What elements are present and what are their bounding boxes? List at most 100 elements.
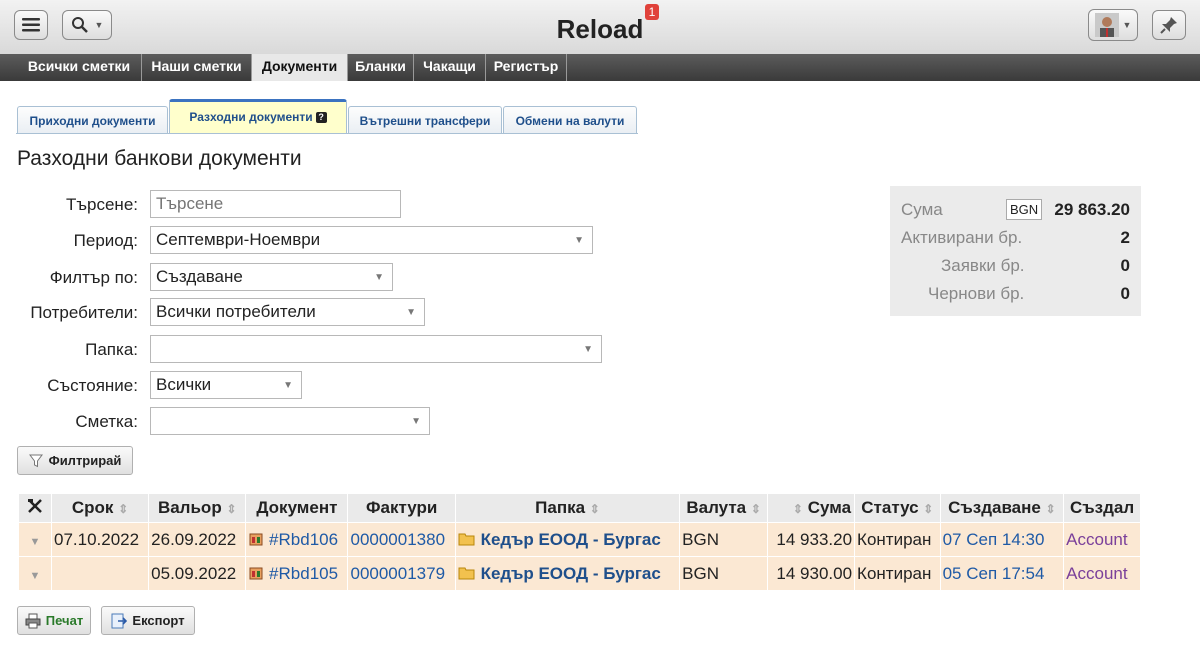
- invoice-link[interactable]: 0000001379: [350, 564, 445, 583]
- summary-activated-row: Активирани бр. 2: [890, 228, 1141, 250]
- folder-select[interactable]: ▼: [150, 335, 602, 363]
- nav-tab-all-accounts[interactable]: Всички сметки: [17, 54, 142, 81]
- currency-tag: BGN: [1006, 199, 1043, 220]
- sort-icon: ⇕: [226, 502, 237, 516]
- cell-value-date: 26.09.2022: [148, 522, 247, 557]
- cell-created: 07 Сеп 14:30: [939, 522, 1065, 557]
- export-button-label: Експорт: [132, 613, 185, 628]
- cell-document[interactable]: #Rbd106: [245, 522, 349, 557]
- notification-badge[interactable]: 1: [644, 4, 660, 20]
- top-bar: ▼ Reload 1 ▼: [0, 0, 1200, 55]
- nav-tab-pending[interactable]: Чакащи: [414, 54, 486, 81]
- app-title: Reload 1: [0, 4, 1200, 45]
- summary-requests-row: Заявки бр. 0: [890, 256, 1141, 278]
- sort-icon: ⇕: [589, 502, 600, 516]
- col-document: Документ: [245, 493, 349, 523]
- cell-status: Контиран: [854, 522, 941, 557]
- users-select[interactable]: Всички потребители ▼: [150, 298, 425, 326]
- row-expand-icon[interactable]: ▼: [18, 556, 52, 591]
- sort-icon: ⇕: [792, 502, 803, 516]
- requests-label: Заявки бр.: [941, 256, 1025, 275]
- cell-folder[interactable]: Кедър ЕООД - Бургас: [454, 522, 681, 557]
- chevron-down-icon: ▼: [1122, 20, 1132, 30]
- filter-by-label: Филтър по:: [49, 268, 138, 287]
- tools-icon: [28, 498, 42, 513]
- account-select[interactable]: ▼: [150, 407, 430, 435]
- search-input[interactable]: [150, 190, 401, 218]
- col-folder[interactable]: Папка ⇕: [454, 493, 681, 523]
- invoice-link[interactable]: 0000001380: [350, 530, 445, 549]
- cell-folder[interactable]: Кедър ЕООД - Бургас: [454, 556, 681, 591]
- period-select[interactable]: Септември-Ноември ▼: [150, 226, 593, 254]
- subtab-currency-exchanges[interactable]: Обмени на валути: [503, 106, 637, 134]
- cell-invoice[interactable]: 0000001379: [347, 556, 456, 591]
- print-button[interactable]: Печат: [17, 606, 91, 635]
- filter-by-select[interactable]: Създаване ▼: [150, 263, 393, 291]
- table-row[interactable]: ▼ 07.10.2022 26.09.2022 #Rbd106 00000013…: [18, 522, 1141, 557]
- pin-button[interactable]: [1152, 10, 1186, 40]
- nav-tab-our-accounts[interactable]: Наши сметки: [142, 54, 252, 81]
- created-by-link[interactable]: Account: [1066, 564, 1127, 583]
- help-icon[interactable]: ?: [315, 112, 327, 123]
- created-link[interactable]: 05 Сеп 17:54: [943, 564, 1045, 583]
- summary-sum-row: Сума BGN 29 863.20: [890, 199, 1141, 222]
- activated-label: Активирани бр.: [901, 228, 1023, 247]
- document-link[interactable]: #Rbd105: [269, 564, 338, 583]
- filter-button[interactable]: Филтрирай: [17, 446, 133, 475]
- cell-due: [50, 556, 150, 591]
- bank-document-icon: [249, 533, 263, 545]
- search-label: Търсене:: [66, 195, 138, 214]
- cell-amount: 14 930.00: [767, 556, 856, 591]
- col-value-date[interactable]: Вальор ⇕: [148, 493, 247, 523]
- activated-value: 2: [1120, 228, 1130, 247]
- dropdown-arrow-icon: ▼: [583, 344, 593, 355]
- page-title: Разходни банкови документи: [17, 147, 302, 170]
- document-link[interactable]: #Rbd106: [269, 530, 338, 549]
- subtab-expense-documents[interactable]: Разходни документи?: [169, 99, 347, 134]
- cell-invoice[interactable]: 0000001380: [347, 522, 456, 557]
- period-label: Период:: [73, 231, 138, 250]
- funnel-icon: [28, 454, 43, 467]
- nav-tab-forms[interactable]: Бланки: [348, 54, 414, 81]
- export-button[interactable]: Експорт: [101, 606, 195, 635]
- col-created[interactable]: Създаване ⇕: [939, 493, 1065, 523]
- dropdown-arrow-icon: ▼: [283, 380, 293, 391]
- subtab-internal-transfers[interactable]: Вътрешни трансфери: [348, 106, 502, 134]
- folder-icon: [458, 533, 475, 545]
- col-status[interactable]: Статус ⇕: [854, 493, 941, 523]
- cell-value-date: 05.09.2022: [148, 556, 247, 591]
- nav-tab-documents[interactable]: Документи: [252, 54, 348, 81]
- sum-value: 29 863.20: [1054, 200, 1130, 219]
- folder-label: Папка:: [85, 340, 138, 359]
- summary-drafts-row: Чернови бр. 0: [890, 284, 1141, 306]
- subtab-income-documents[interactable]: Приходни документи: [17, 106, 168, 134]
- user-menu-button[interactable]: ▼: [1088, 9, 1138, 41]
- cell-created-by[interactable]: Account: [1063, 522, 1141, 557]
- row-expand-icon[interactable]: ▼: [18, 522, 52, 557]
- documents-table: Срок ⇕ Вальор ⇕ Документ Фактури Папка ⇕…: [18, 493, 1141, 591]
- cell-created-by[interactable]: Account: [1063, 556, 1141, 591]
- dropdown-arrow-icon: ▼: [574, 235, 584, 246]
- tools-column-header[interactable]: [18, 493, 52, 523]
- dropdown-arrow-icon: ▼: [411, 416, 421, 427]
- col-invoices: Фактури: [347, 493, 456, 523]
- sort-icon: ⇕: [923, 502, 934, 516]
- cell-document[interactable]: #Rbd105: [245, 556, 349, 591]
- state-select[interactable]: Всички ▼: [150, 371, 302, 399]
- created-link[interactable]: 07 Сеп 14:30: [943, 530, 1045, 549]
- created-by-link[interactable]: Account: [1066, 530, 1127, 549]
- col-currency[interactable]: Валута ⇕: [679, 493, 769, 523]
- table-row[interactable]: ▼ 05.09.2022 #Rbd105 0000001379 Кедър ЕО…: [18, 556, 1141, 591]
- cell-created: 05 Сеп 17:54: [939, 556, 1065, 591]
- folder-link[interactable]: Кедър ЕООД - Бургас: [481, 564, 661, 583]
- drafts-value: 0: [1120, 284, 1130, 303]
- col-due[interactable]: Срок ⇕: [50, 493, 150, 523]
- nav-tab-register[interactable]: Регистър: [486, 54, 567, 81]
- table-header-row: Срок ⇕ Вальор ⇕ Документ Фактури Папка ⇕…: [18, 493, 1141, 523]
- avatar: [1094, 13, 1119, 37]
- export-icon: [111, 613, 128, 628]
- dropdown-arrow-icon: ▼: [374, 272, 384, 283]
- col-created-by: Създал: [1063, 493, 1141, 523]
- folder-link[interactable]: Кедър ЕООД - Бургас: [481, 530, 661, 549]
- col-amount[interactable]: ⇕ Сума: [767, 493, 856, 523]
